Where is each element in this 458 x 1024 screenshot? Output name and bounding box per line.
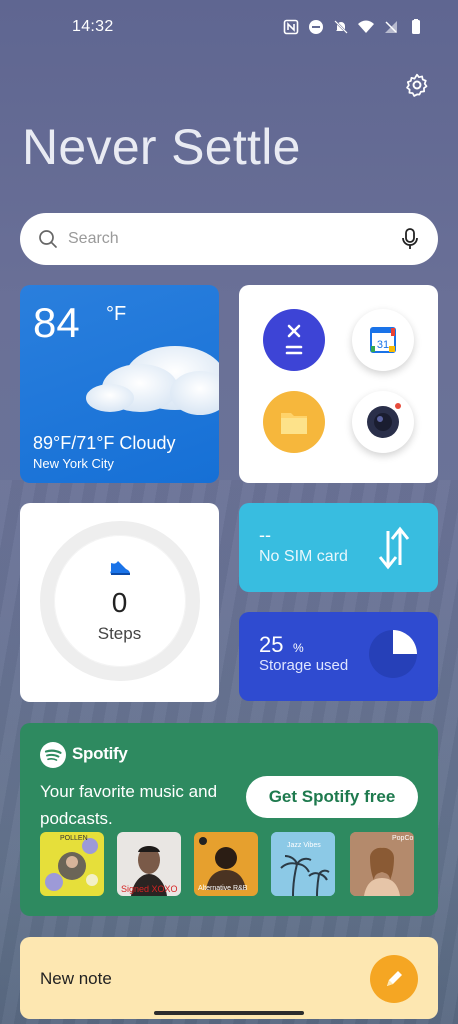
spotify-widget[interactable]: Spotify Your favorite music and podcasts… (20, 723, 438, 916)
album-title: Alternative R&B (198, 885, 248, 892)
home-indicator[interactable] (154, 1011, 304, 1015)
steps-widget[interactable]: 0 Steps (20, 503, 219, 702)
search-icon (39, 230, 57, 248)
album-title: Signed XOXO (121, 884, 178, 894)
get-spotify-button[interactable]: Get Spotify free (246, 776, 418, 818)
storage-label: Storage used (259, 657, 349, 674)
battery-icon (412, 19, 420, 34)
album-cover[interactable]: Alternative R&B (194, 832, 258, 896)
weather-temperature: 84 (33, 299, 80, 346)
wifi-icon (358, 20, 374, 33)
album-cover[interactable]: POLLEN (40, 832, 104, 896)
new-note-label: New note (40, 969, 112, 988)
page-title: Never Settle (22, 119, 301, 175)
search-input[interactable]: Search (68, 230, 400, 248)
sim-data-value: -- (259, 525, 271, 545)
status-bar: 14:32 (0, 0, 458, 54)
new-note-button[interactable] (370, 955, 418, 1003)
sneaker-icon (110, 561, 130, 575)
calculator-icon[interactable] (263, 309, 325, 371)
bell-off-icon (334, 20, 348, 34)
pencil-icon (387, 971, 402, 986)
weather-widget[interactable]: 84 °F 89°F/71°F Cloudy New York City (20, 285, 219, 483)
data-transfer-icon (378, 526, 410, 570)
album-title: POLLEN (60, 835, 88, 842)
weather-unit: °F (106, 303, 127, 325)
steps-count: 0 (111, 587, 128, 618)
album-cover[interactable]: PopCo (350, 832, 414, 896)
cloud-icon (86, 346, 219, 415)
storage-percent-sign: % (293, 641, 304, 655)
storage-percent: 25 (259, 632, 284, 657)
weather-city: New York City (33, 456, 114, 471)
no-sim-icon (385, 21, 397, 33)
calendar-icon[interactable]: 31 (352, 309, 414, 371)
app-shortcuts-widget: 31 (239, 285, 438, 483)
spotify-logo-icon (40, 742, 66, 768)
gear-icon[interactable] (404, 72, 430, 98)
status-time: 14:32 (72, 18, 114, 35)
album-cover[interactable]: Jazz Vibes (271, 832, 335, 896)
spotify-tagline: Your favorite music and podcasts. (40, 782, 218, 828)
microphone-icon[interactable] (400, 227, 420, 251)
sim-data-widget[interactable]: -- No SIM card (239, 503, 438, 592)
calendar-date: 31 (377, 339, 389, 351)
spotify-brand: Spotify (72, 744, 128, 763)
storage-widget[interactable]: 25 % Storage used (239, 612, 438, 701)
files-icon[interactable] (263, 391, 325, 453)
storage-pie-chart (369, 630, 417, 678)
nfc-icon (283, 19, 299, 35)
weather-description: 89°F/71°F Cloudy (33, 433, 176, 453)
camera-icon[interactable] (352, 391, 414, 453)
album-title: Jazz Vibes (287, 842, 321, 849)
search-bar[interactable]: Search (20, 213, 438, 265)
album-title: PopCo (392, 835, 414, 842)
new-note-widget[interactable]: New note (20, 937, 438, 1019)
steps-label: Steps (97, 624, 142, 643)
dnd-icon (309, 20, 323, 34)
sim-status: No SIM card (259, 548, 348, 565)
album-cover[interactable]: Signed XOXO (117, 832, 181, 896)
